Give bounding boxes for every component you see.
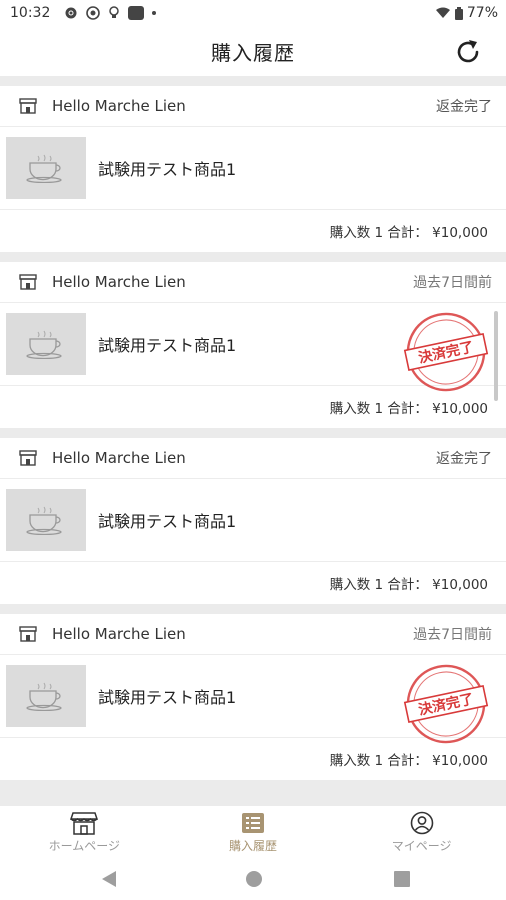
product-name: 試験用テスト商品1 bbox=[98, 336, 237, 355]
shop-icon bbox=[18, 624, 38, 644]
order-status: 返金完了 bbox=[436, 99, 492, 115]
shop-icon bbox=[18, 96, 38, 116]
order-status: 過去7日間前 bbox=[413, 627, 492, 643]
shop-icon bbox=[18, 448, 38, 468]
back-button[interactable] bbox=[100, 870, 118, 892]
status-time: 10:32 bbox=[10, 5, 51, 21]
shop-name[interactable]: Hello Marche Lien bbox=[52, 273, 186, 291]
settings-icon bbox=[65, 7, 77, 19]
battery-level: 77% bbox=[466, 5, 498, 21]
shop-name[interactable]: Hello Marche Lien bbox=[52, 97, 186, 115]
coffee-cup-icon bbox=[26, 330, 62, 359]
media-icon bbox=[86, 6, 101, 20]
order-header: Hello Marche Lien 返金完了 bbox=[0, 438, 506, 479]
product-thumbnail bbox=[6, 137, 86, 199]
coffee-cup-icon bbox=[26, 506, 62, 535]
product-thumbnail bbox=[6, 489, 86, 551]
recents-square-icon bbox=[394, 871, 410, 887]
order-card[interactable]: Hello Marche Lien 返金完了 試験用テスト商品1 購入数 1 合… bbox=[0, 86, 506, 252]
order-total: 購入数 1 合計： ¥10,000 bbox=[329, 577, 488, 593]
tab-purchase-history-label: 購入履歴 bbox=[229, 838, 278, 853]
app-header: 購入履歴 bbox=[0, 26, 506, 76]
system-nav-bar bbox=[0, 858, 506, 900]
order-total: 購入数 1 合計： ¥10,000 bbox=[329, 753, 488, 769]
bottom-nav: ホームページ 購入履歴 マイページ bbox=[0, 806, 506, 858]
tab-mypage[interactable]: マイページ bbox=[337, 806, 506, 858]
order-card[interactable]: Hello Marche Lien 返金完了 試験用テスト商品1 購入数 1 合… bbox=[0, 438, 506, 604]
tab-home[interactable]: ホームページ bbox=[0, 806, 169, 858]
product-name: 試験用テスト商品1 bbox=[98, 688, 237, 707]
order-header: Hello Marche Lien 返金完了 bbox=[0, 86, 506, 127]
product-name: 試験用テスト商品1 bbox=[98, 512, 237, 531]
refresh-icon bbox=[457, 40, 479, 63]
tab-purchase-history[interactable]: 購入履歴 bbox=[169, 806, 338, 858]
order-status: 過去7日間前 bbox=[413, 275, 492, 291]
shop-name[interactable]: Hello Marche Lien bbox=[52, 449, 186, 467]
tab-mypage-label: マイページ bbox=[391, 838, 452, 853]
order-total: 購入数 1 合計： ¥10,000 bbox=[329, 401, 488, 417]
order-header: Hello Marche Lien 過去7日間前 bbox=[0, 614, 506, 655]
product-thumbnail bbox=[6, 665, 86, 727]
scrollbar[interactable] bbox=[494, 311, 498, 401]
back-icon bbox=[102, 871, 116, 887]
battery-icon bbox=[454, 6, 463, 20]
notification-icon bbox=[128, 6, 145, 20]
order-card[interactable]: Hello Marche Lien 過去7日間前 試験用テスト商品1 購入数 1… bbox=[0, 262, 506, 428]
refresh-button[interactable] bbox=[452, 36, 484, 68]
home-circle-icon bbox=[246, 871, 262, 887]
order-item[interactable]: 試験用テスト商品1 bbox=[0, 127, 506, 210]
payment-complete-stamp: 決済完了 bbox=[403, 312, 489, 392]
order-summary: 購入数 1 合計： ¥10,000 bbox=[0, 562, 506, 604]
coffee-cup-icon bbox=[26, 154, 62, 183]
wifi-icon bbox=[435, 7, 450, 18]
recents-button[interactable] bbox=[393, 870, 411, 892]
home-store-icon bbox=[70, 811, 99, 835]
order-list[interactable]: Hello Marche Lien 返金完了 試験用テスト商品1 購入数 1 合… bbox=[0, 76, 506, 806]
product-thumbnail bbox=[6, 313, 86, 375]
home-button[interactable] bbox=[245, 870, 263, 892]
coffee-cup-icon bbox=[26, 682, 62, 711]
page-title: 購入履歴 bbox=[211, 40, 295, 65]
shop-icon bbox=[18, 272, 38, 292]
more-notifications-icon bbox=[152, 11, 157, 15]
order-header: Hello Marche Lien 過去7日間前 bbox=[0, 262, 506, 303]
order-item[interactable]: 試験用テスト商品1 bbox=[0, 479, 506, 562]
status-bar: 10:32 77% bbox=[0, 0, 506, 26]
order-summary: 購入数 1 合計： ¥10,000 bbox=[0, 210, 506, 252]
payment-complete-stamp: 決済完了 bbox=[403, 664, 489, 744]
shop-name[interactable]: Hello Marche Lien bbox=[52, 625, 186, 643]
tab-home-label: ホームページ bbox=[48, 838, 121, 853]
status-icons bbox=[64, 6, 157, 20]
list-icon bbox=[241, 811, 265, 835]
order-status: 返金完了 bbox=[436, 451, 492, 467]
status-right: 77% bbox=[435, 5, 498, 21]
lightbulb-icon bbox=[109, 6, 120, 18]
order-total: 購入数 1 合計： ¥10,000 bbox=[329, 225, 488, 241]
order-card[interactable]: Hello Marche Lien 過去7日間前 試験用テスト商品1 購入数 1… bbox=[0, 614, 506, 780]
person-icon bbox=[410, 811, 434, 835]
product-name: 試験用テスト商品1 bbox=[98, 160, 237, 179]
